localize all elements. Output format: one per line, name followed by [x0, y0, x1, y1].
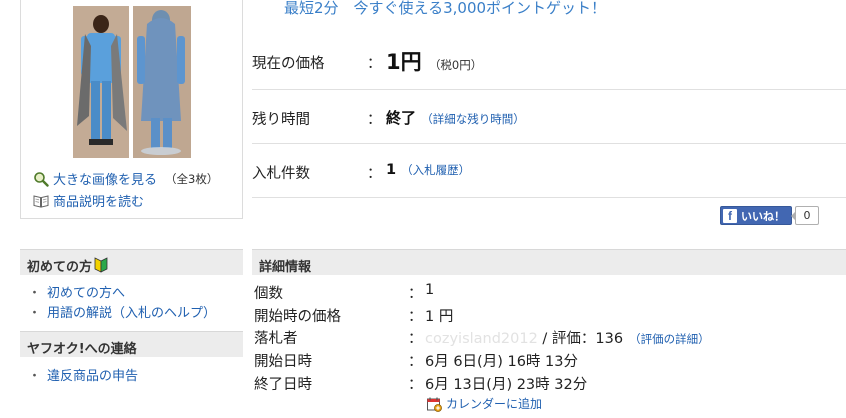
- action-figure-image: [73, 6, 191, 158]
- book-icon: [33, 193, 49, 209]
- detail-value: 6月 6日(月) 16時 13分: [425, 354, 578, 370]
- detail-value: 1: [425, 282, 435, 298]
- promo-banner[interactable]: 最短2分 今すぐ使える3,000ポイントゲット！: [284, 0, 606, 18]
- bid-count-value: 1 （入札履歴）: [386, 162, 470, 178]
- price-tax: （税0円）: [428, 58, 483, 72]
- facebook-like-button[interactable]: f いいね！: [720, 206, 792, 225]
- bid-count-row: 入札件数 ： 1 （入札履歴）: [252, 144, 846, 198]
- sidebar-item-report-violation[interactable]: ・違反商品の申告: [28, 365, 138, 384]
- colon: ：: [408, 377, 423, 393]
- colon: ：: [367, 56, 382, 72]
- sidebar-item-glossary[interactable]: ・用語の解説（入札のヘルプ）: [28, 302, 216, 321]
- detail-value: 1 円: [425, 309, 454, 325]
- colon: ：: [367, 166, 382, 182]
- item-photo[interactable]: [73, 6, 191, 158]
- rating-detail-link[interactable]: （評価の詳細）: [629, 332, 710, 346]
- bid-count-number: 1: [386, 162, 397, 178]
- like-count-bubble: 0: [791, 206, 819, 225]
- remaining-time-value: 終了 （詳細な残り時間）: [386, 107, 525, 128]
- enlarge-image-label[interactable]: 大きな画像を見る: [53, 169, 157, 188]
- remaining-status: 終了: [386, 109, 417, 127]
- magnifier-icon: [33, 171, 49, 187]
- winner-rating: / 評価：136: [537, 331, 624, 347]
- colon: ：: [408, 309, 423, 325]
- add-to-calendar-label[interactable]: カレンダーに追加: [446, 395, 542, 412]
- remaining-time-label: 残り時間: [252, 112, 310, 128]
- price-amount: 1円: [386, 50, 422, 74]
- read-description-label[interactable]: 商品説明を読む: [53, 191, 144, 210]
- detail-value: 6月 13日(月) 23時 32分: [425, 377, 588, 393]
- sidebar-item-label[interactable]: 初めての方へ: [47, 286, 125, 301]
- bullet: ・: [28, 306, 42, 321]
- current-price-row: 現在の価格 ： 1円 （税0円）: [252, 36, 846, 90]
- current-price-value: 1円 （税0円）: [386, 46, 482, 76]
- sidebar-item-label[interactable]: 違反商品の申告: [47, 369, 138, 384]
- remaining-detail-link[interactable]: （詳細な残り時間）: [421, 112, 525, 126]
- current-price-label: 現在の価格: [252, 56, 325, 72]
- contact-panel-header: ヤフオク!への連絡: [20, 331, 243, 357]
- detail-label: 落札者: [254, 331, 298, 347]
- enlarge-image-link[interactable]: 大きな画像を見る （全3枚）: [33, 169, 218, 188]
- detail-label: 個数: [254, 286, 283, 302]
- colon: ：: [408, 354, 423, 370]
- read-description-link[interactable]: 商品説明を読む: [33, 191, 144, 210]
- image-count: （全3枚）: [165, 171, 219, 186]
- facebook-icon: f: [723, 208, 737, 223]
- bid-count-label: 入札件数: [252, 166, 310, 182]
- colon: ：: [367, 112, 382, 128]
- beginners-panel-header: 初めての方: [20, 249, 243, 275]
- beginners-title: 初めての方: [27, 259, 93, 275]
- bullet: ・: [28, 286, 42, 301]
- winner-id[interactable]: cozyisland2012: [425, 331, 538, 347]
- sidebar-item-label[interactable]: 用語の解説（入札のヘルプ）: [47, 306, 216, 321]
- details-section-header: 詳細情報: [252, 249, 846, 275]
- like-label: いいね！: [741, 209, 785, 223]
- detail-label: 開始時の価格: [254, 309, 341, 325]
- add-to-calendar-link[interactable]: カレンダーに追加: [426, 395, 542, 412]
- bullet: ・: [28, 369, 42, 384]
- colon: ：: [408, 286, 423, 302]
- detail-label: 終了日時: [254, 377, 312, 393]
- bid-history-link[interactable]: （入札履歴）: [401, 163, 470, 177]
- item-image-box: 大きな画像を見る （全3枚） 商品説明を読む: [20, 0, 243, 219]
- sidebar-item-first-time[interactable]: ・初めての方へ: [28, 282, 125, 301]
- detail-label: 開始日時: [254, 354, 312, 370]
- contact-title: ヤフオク!への連絡: [27, 341, 137, 357]
- calendar-add-icon: [426, 396, 442, 412]
- remaining-time-row: 残り時間 ： 終了 （詳細な残り時間）: [252, 90, 846, 144]
- detail-value: cozyisland2012 / 評価：136 （評価の詳細）: [425, 327, 710, 348]
- beginner-mark-icon: [94, 257, 108, 273]
- colon: ：: [408, 331, 423, 347]
